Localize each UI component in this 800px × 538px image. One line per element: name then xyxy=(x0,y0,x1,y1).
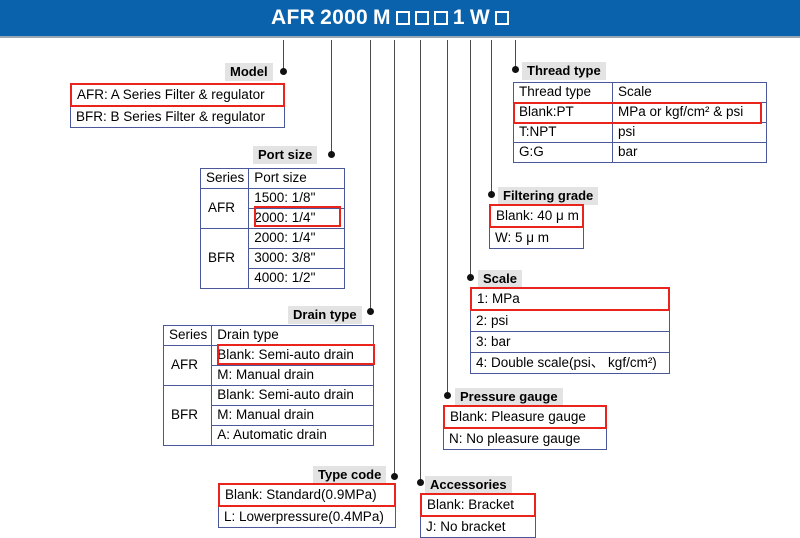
option-model-afr[interactable]: AFR: A Series Filter & regulator xyxy=(70,83,285,107)
connector-dot-type-code xyxy=(391,473,398,480)
col-header-port-series: Series xyxy=(199,168,250,189)
option-drain-afr-blank[interactable]: Blank: Semi-auto drain xyxy=(211,345,375,366)
connector-dot-port-size xyxy=(328,151,335,158)
option-drain-bfr-blank[interactable]: Blank: Semi-auto drain xyxy=(211,385,375,406)
table-port-size: Series Port size AFR 1500: 1/8" 2000: 1/… xyxy=(199,168,346,289)
section-caption-filtering-grade: Filtering grade xyxy=(498,187,599,205)
option-type-code-blank[interactable]: Blank: Standard(0.9MPa) xyxy=(218,483,396,507)
code-segment-drain: M xyxy=(373,6,391,29)
option-thread-t-npt[interactable]: T:NPT xyxy=(513,122,613,143)
connector-dot-thread-type xyxy=(512,66,519,73)
part-number-diagram: AFR 2000 M 1 W Model AFR: A Series Filte… xyxy=(0,0,800,538)
table-row: T:NPT psi xyxy=(513,122,767,143)
part-number-code: AFR 2000 M 1 W xyxy=(271,6,509,30)
col-header-port-size: Port size xyxy=(248,168,346,189)
cell-port-series-bfr: BFR xyxy=(199,228,250,289)
connector-dot-model xyxy=(280,68,287,75)
table-row: AFR Blank: Semi-auto drain xyxy=(162,345,375,386)
option-port-afr-2000[interactable]: 2000: 1/4" xyxy=(248,208,346,229)
section-caption-pressure-gauge: Pressure gauge xyxy=(455,388,563,406)
option-scale-2-psi[interactable]: 2: psi xyxy=(470,310,670,332)
section-caption-accessories: Accessories xyxy=(425,476,512,494)
code-box-4-icon xyxy=(494,11,509,25)
option-port-afr-1500[interactable]: 1500: 1/8" xyxy=(248,188,346,209)
option-drain-afr-m[interactable]: M: Manual drain xyxy=(211,365,375,386)
cell-drain-series-afr: AFR xyxy=(162,345,213,386)
option-pressure-gauge-blank[interactable]: Blank: Pleasure gauge xyxy=(443,405,607,429)
part-number-banner: AFR 2000 M 1 W xyxy=(0,0,800,38)
connector-dot-filtering-grade xyxy=(488,191,495,198)
option-pressure-gauge-n[interactable]: N: No pleasure gauge xyxy=(443,428,607,450)
table-row: BFR Blank: Semi-auto drain xyxy=(162,385,375,446)
option-port-bfr-3000[interactable]: 3000: 3/8" xyxy=(248,248,346,269)
table-row: BFR 2000: 1/4" xyxy=(199,228,346,289)
code-segment-filtering: W xyxy=(469,6,490,29)
connector-line-scale xyxy=(470,40,471,278)
option-accessories-j[interactable]: J: No bracket xyxy=(420,516,536,538)
table-row: Series Port size xyxy=(199,168,346,189)
col-header-thread-type: Thread type xyxy=(513,82,613,103)
option-scale-4-double[interactable]: 4: Double scale(psi、 kgf/cm²) xyxy=(470,352,670,374)
section-caption-model: Model xyxy=(225,63,273,81)
connector-dot-accessories xyxy=(417,479,424,486)
connector-dot-scale xyxy=(467,274,474,281)
code-box-2-icon xyxy=(414,11,429,25)
option-model-bfr[interactable]: BFR: B Series Filter & regulator xyxy=(70,106,285,128)
option-port-bfr-2000[interactable]: 2000: 1/4" xyxy=(248,228,346,249)
table-row: G:G bar xyxy=(513,142,767,163)
option-drain-bfr-a[interactable]: A: Automatic drain xyxy=(211,425,375,446)
cell-port-series-afr: AFR xyxy=(199,188,250,229)
option-accessories-blank[interactable]: Blank: Bracket xyxy=(420,493,536,517)
table-thread-type: Thread type Scale Blank:PT MPa or kgf/cm… xyxy=(513,82,767,163)
option-filtering-grade-w[interactable]: W: 5 μ m xyxy=(489,227,584,249)
connector-dot-drain-type xyxy=(367,308,374,315)
section-caption-drain-type: Drain type xyxy=(288,306,362,324)
col-header-drain-series: Series xyxy=(162,325,213,346)
section-caption-thread-type: Thread type xyxy=(522,62,606,80)
option-thread-g-g[interactable]: G:G xyxy=(513,142,613,163)
section-caption-type-code: Type code xyxy=(313,466,387,484)
option-thread-blank-pt[interactable]: Blank:PT xyxy=(513,102,613,123)
table-drain-type: Series Drain type AFR Blank: Semi-auto d… xyxy=(162,325,375,446)
option-scale-1-mpa[interactable]: 1: MPa xyxy=(470,287,670,311)
value-thread-blank-pt-scale: MPa or kgf/cm² & psi xyxy=(612,102,767,123)
connector-line-drain-type xyxy=(370,40,371,312)
cell-drain-series-bfr: BFR xyxy=(162,385,213,446)
option-port-bfr-4000[interactable]: 4000: 1/2" xyxy=(248,268,346,289)
code-box-3-icon xyxy=(433,11,448,25)
option-drain-bfr-m[interactable]: M: Manual drain xyxy=(211,405,375,426)
code-segment-model: AFR xyxy=(271,6,316,29)
option-list-type-code: Blank: Standard(0.9MPa) L: Lowerpressure… xyxy=(218,483,396,528)
option-list-pressure-gauge: Blank: Pleasure gauge N: No pleasure gau… xyxy=(443,405,607,450)
table-row: Blank:PT MPa or kgf/cm² & psi xyxy=(513,102,767,123)
value-thread-t-npt-scale: psi xyxy=(612,122,767,143)
connector-dot-pressure-gauge xyxy=(444,392,451,399)
code-box-1-icon xyxy=(395,11,410,25)
code-segment-port-size: 2000 xyxy=(320,6,369,29)
connector-line-accessories xyxy=(420,40,421,482)
option-list-accessories: Blank: Bracket J: No bracket xyxy=(420,493,536,538)
option-filtering-grade-blank[interactable]: Blank: 40 μ m xyxy=(489,204,584,228)
option-scale-3-bar[interactable]: 3: bar xyxy=(470,331,670,353)
connector-line-filtering-grade xyxy=(491,40,492,195)
connector-line-port-size xyxy=(331,40,332,155)
col-header-thread-scale: Scale xyxy=(612,82,767,103)
option-list-scale: 1: MPa 2: psi 3: bar 4: Double scale(psi… xyxy=(470,287,670,374)
code-segment-scale: 1 xyxy=(452,6,465,29)
connector-line-thread-type xyxy=(515,40,516,67)
section-caption-scale: Scale xyxy=(478,270,522,288)
section-caption-port-size: Port size xyxy=(253,146,318,164)
value-thread-g-g-scale: bar xyxy=(612,142,767,163)
option-type-code-l[interactable]: L: Lowerpressure(0.4MPa) xyxy=(218,506,396,528)
option-list-model: AFR: A Series Filter & regulator BFR: B … xyxy=(70,83,285,128)
table-row: Series Drain type xyxy=(162,325,375,346)
connector-line-type-code xyxy=(394,40,395,476)
connector-line-pressure-gauge xyxy=(447,40,448,395)
table-row: Thread type Scale xyxy=(513,82,767,103)
option-list-filtering-grade: Blank: 40 μ m W: 5 μ m xyxy=(489,204,584,249)
table-row: AFR 1500: 1/8" xyxy=(199,188,346,229)
col-header-drain-type: Drain type xyxy=(211,325,375,346)
